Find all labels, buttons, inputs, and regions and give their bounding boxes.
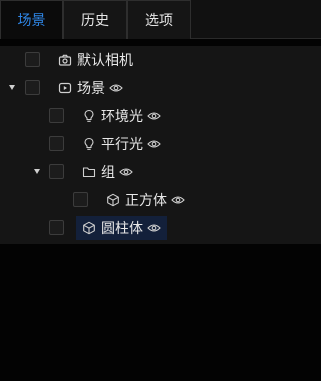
cube-icon (82, 221, 96, 235)
eye-icon[interactable] (147, 139, 161, 149)
eye-icon[interactable] (119, 167, 133, 177)
tree-row-cylinder[interactable]: 圆柱体 (0, 214, 321, 242)
tab-bar: 场景 历史 选项 (0, 0, 321, 39)
tree-row-directional-light[interactable]: 平行光 (0, 130, 321, 158)
tree-node[interactable]: 组 (82, 160, 133, 184)
row-checkbox[interactable] (49, 220, 64, 235)
row-checkbox[interactable] (49, 108, 64, 123)
tree-node[interactable]: 场景 (58, 76, 123, 100)
eye-icon[interactable] (171, 195, 185, 205)
eye-icon[interactable] (147, 223, 161, 233)
cube-icon (106, 193, 120, 207)
tree-node-label: 圆柱体 (101, 221, 143, 237)
expand-caret-icon[interactable] (34, 169, 40, 174)
tree-node[interactable]: 环境光 (82, 104, 161, 128)
tree-row-ambient-light[interactable]: 环境光 (0, 102, 321, 130)
tree-node[interactable]: 默认相机 (58, 48, 133, 72)
tab-options[interactable]: 选项 (127, 0, 191, 39)
row-checkbox[interactable] (49, 164, 64, 179)
tree-row-scene[interactable]: 场景 (0, 74, 321, 102)
expand-caret-icon[interactable] (9, 85, 15, 90)
folder-icon (82, 165, 96, 179)
tree-node[interactable]: 圆柱体 (76, 216, 167, 240)
tree-row-group[interactable]: 组 (0, 158, 321, 186)
tree-node-label: 场景 (77, 81, 105, 97)
row-checkbox[interactable] (73, 192, 88, 207)
tab-scene[interactable]: 场景 (0, 0, 63, 39)
eye-icon[interactable] (109, 83, 123, 93)
tree-node-label: 平行光 (101, 137, 143, 153)
tree-row-default-camera[interactable]: 默认相机 (0, 46, 321, 74)
play-icon (58, 81, 72, 95)
tab-history[interactable]: 历史 (63, 0, 127, 39)
tree-node[interactable]: 正方体 (106, 188, 185, 212)
tree-node-label: 正方体 (125, 193, 167, 209)
tree-node-label: 环境光 (101, 109, 143, 125)
row-checkbox[interactable] (25, 52, 40, 67)
lightbulb-icon (82, 109, 96, 123)
tree-node[interactable]: 平行光 (82, 132, 161, 156)
eye-icon[interactable] (147, 111, 161, 121)
row-checkbox[interactable] (49, 136, 64, 151)
tree-row-cube[interactable]: 正方体 (0, 186, 321, 214)
scene-tree: 默认相机 场景 环境光 平行光 组 正方体 圆柱体 (0, 46, 321, 244)
tree-node-label: 组 (101, 165, 115, 181)
camera-icon (58, 53, 72, 67)
lightbulb-icon (82, 137, 96, 151)
row-checkbox[interactable] (25, 80, 40, 95)
tree-node-label: 默认相机 (77, 53, 133, 69)
